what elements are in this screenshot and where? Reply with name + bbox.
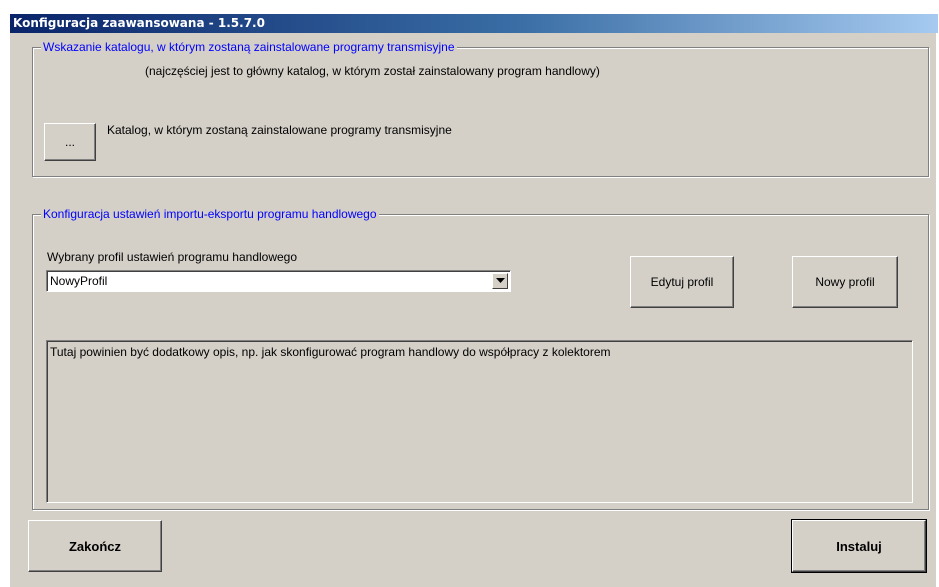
config-window: Konfiguracja zaawansowana - 1.5.7.0 Wska… (10, 14, 938, 587)
profile-description-box[interactable]: Tutaj powinien być dodatkowy opis, np. j… (46, 340, 913, 503)
catalog-hint: (najczęściej jest to główny katalog, w k… (145, 64, 600, 78)
close-button[interactable]: Zakończ (28, 520, 162, 572)
new-profile-button[interactable]: Nowy profil (792, 256, 898, 308)
profile-groupbox: Konfiguracja ustawień importu-eksportu p… (32, 207, 929, 510)
install-button-label: Instaluj (836, 538, 882, 554)
chevron-down-icon[interactable] (492, 273, 508, 289)
profile-select-label: Wybrany profil ustawień programu handlow… (47, 250, 298, 264)
close-button-label: Zakończ (68, 538, 121, 554)
catalog-group-legend: Wskazanie katalogu, w którym zostaną zai… (41, 40, 457, 54)
new-profile-label: Nowy profil (815, 275, 875, 289)
browse-folder-button[interactable]: ... (44, 123, 96, 161)
window-right-edge (936, 33, 938, 587)
install-button[interactable]: Instaluj (791, 519, 927, 573)
profile-group-legend: Konfiguracja ustawień importu-eksportu p… (41, 207, 379, 221)
profile-select[interactable]: NowyProfil (46, 270, 511, 292)
edit-profile-label: Edytuj profil (650, 275, 714, 289)
profile-select-value: NowyProfil (50, 274, 108, 288)
browse-folder-label: ... (64, 135, 75, 149)
catalog-groupbox: Wskazanie katalogu, w którym zostaną zai… (32, 40, 929, 177)
profile-description-text: Tutaj powinien być dodatkowy opis, np. j… (50, 345, 611, 359)
catalog-path-label: Katalog, w którym zostaną zainstalowane … (107, 123, 452, 137)
window-title: Konfiguracja zaawansowana - 1.5.7.0 (10, 14, 938, 33)
edit-profile-button[interactable]: Edytuj profil (630, 256, 734, 308)
